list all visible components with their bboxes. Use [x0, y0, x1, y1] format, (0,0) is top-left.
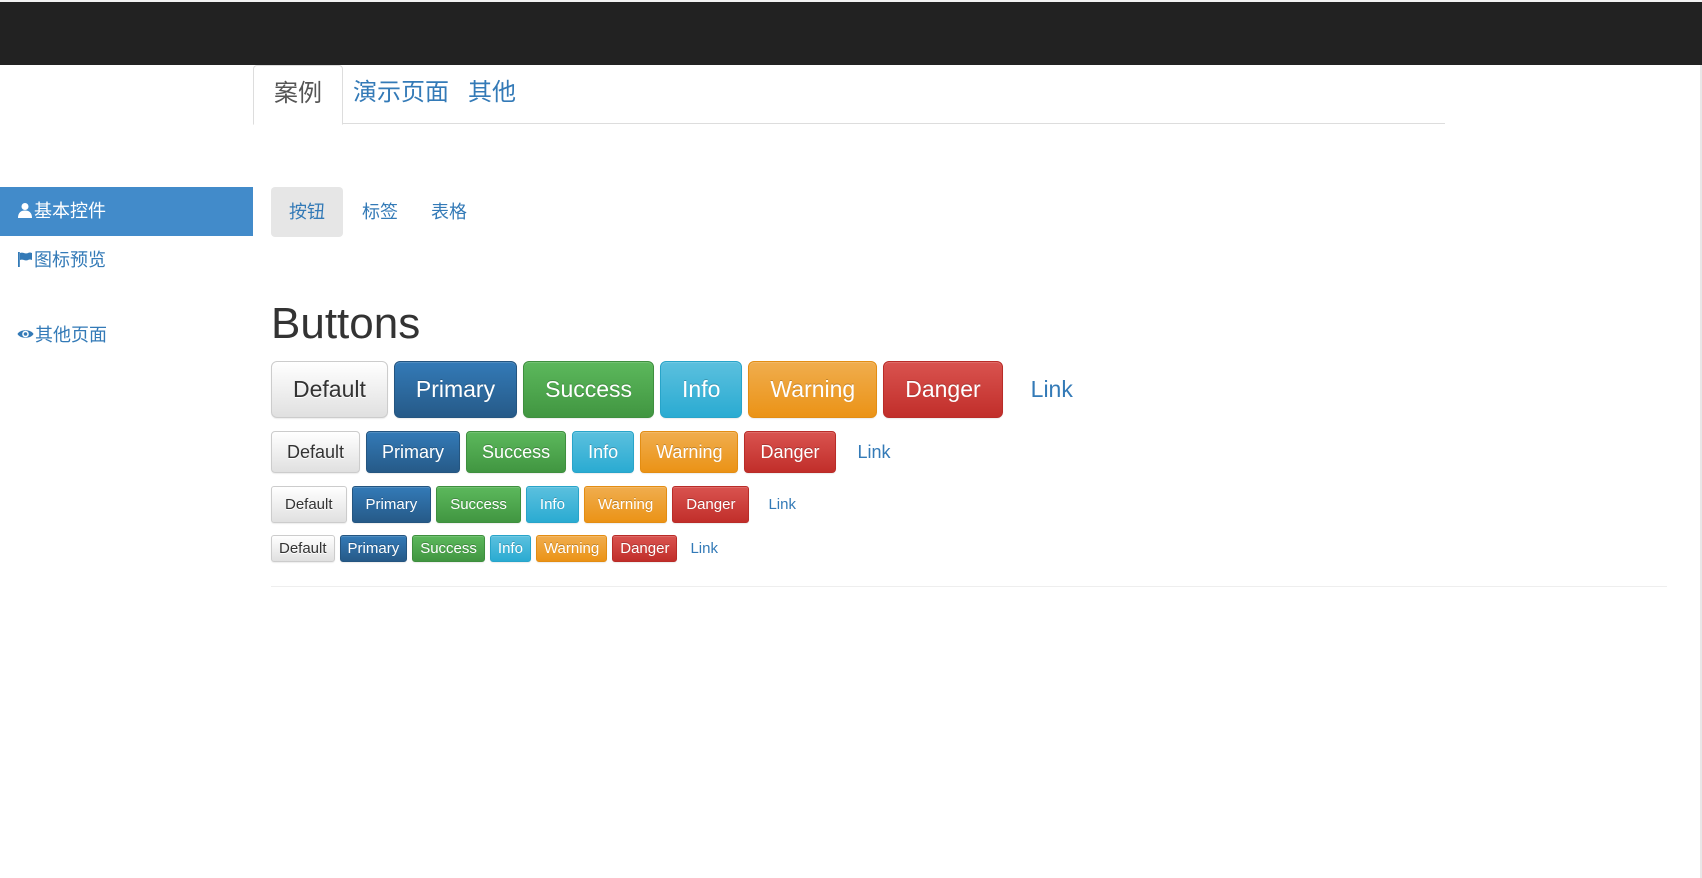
danger-button[interactable]: Danger	[612, 535, 678, 562]
divider	[271, 586, 1667, 587]
sidebar-item-label: 其他页面	[35, 325, 107, 345]
primary-button[interactable]: Primary	[351, 486, 432, 523]
danger-button[interactable]: Danger	[883, 361, 1003, 418]
info-button[interactable]: Info	[660, 361, 743, 418]
info-button[interactable]: Info	[572, 431, 635, 473]
success-button[interactable]: Success	[412, 535, 485, 562]
page-title: Buttons	[271, 299, 421, 348]
sidebar-item-label: 基本控件	[34, 201, 106, 221]
danger-button[interactable]: Danger	[672, 486, 750, 523]
primary-button[interactable]: Primary	[393, 361, 518, 418]
top-tab-bar: 案例 演示页面 其他	[253, 65, 1445, 125]
warning-button[interactable]: Warning	[748, 361, 878, 418]
default-button[interactable]: Default	[271, 361, 388, 418]
tab-other[interactable]: 其他	[448, 65, 536, 124]
default-button[interactable]: Default	[271, 431, 361, 473]
danger-button[interactable]: Danger	[744, 431, 836, 473]
info-button[interactable]: Info	[489, 535, 531, 562]
pill-buttons[interactable]: 按钮	[271, 187, 343, 237]
link-button[interactable]: Link	[754, 486, 810, 523]
link-button[interactable]: Link	[1009, 361, 1095, 418]
info-button[interactable]: Info	[525, 486, 579, 523]
pill-tables[interactable]: 表格	[413, 187, 485, 237]
eye-icon	[17, 330, 34, 338]
warning-button[interactable]: Warning	[583, 486, 668, 523]
flag-icon	[18, 252, 32, 268]
button-row-default: Default Primary Success Info Warning Dan…	[271, 431, 907, 473]
sidebar-item-label: 图标预览	[34, 250, 106, 270]
link-button[interactable]: Link	[842, 431, 907, 473]
success-button[interactable]: Success	[466, 431, 567, 473]
sidebar-item-other-pages[interactable]: 其他页面	[0, 311, 253, 360]
button-row-large: Default Primary Success Info Warning Dan…	[271, 361, 1095, 418]
tab-cases[interactable]: 案例	[253, 65, 343, 125]
warning-button[interactable]: Warning	[535, 535, 608, 562]
success-button[interactable]: Success	[523, 361, 655, 418]
top-navbar	[0, 0, 1702, 65]
link-button[interactable]: Link	[682, 535, 726, 562]
sidebar-item-basic-controls[interactable]: 基本控件	[0, 187, 253, 236]
default-button[interactable]: Default	[271, 535, 335, 562]
user-icon	[18, 203, 32, 219]
warning-button[interactable]: Warning	[640, 431, 739, 473]
default-button[interactable]: Default	[271, 486, 347, 523]
primary-button[interactable]: Primary	[366, 431, 461, 473]
button-row-extra-small: Default Primary Success Info Warning Dan…	[271, 535, 726, 562]
sidebar-item-icon-preview[interactable]: 图标预览	[0, 236, 253, 285]
primary-button[interactable]: Primary	[339, 535, 408, 562]
button-row-small: Default Primary Success Info Warning Dan…	[271, 486, 810, 523]
pill-labels[interactable]: 标签	[344, 187, 416, 237]
success-button[interactable]: Success	[436, 486, 521, 523]
